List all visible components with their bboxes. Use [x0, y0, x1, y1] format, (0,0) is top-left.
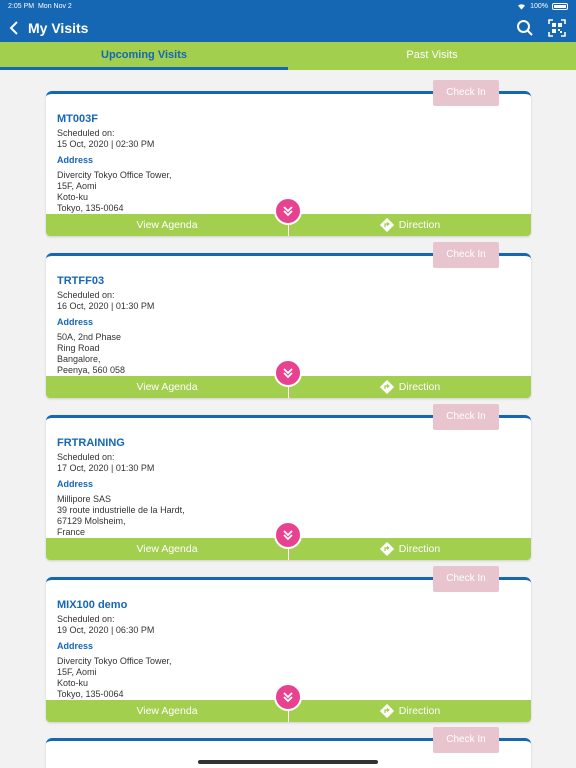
direction-button[interactable]: Direction	[289, 376, 531, 398]
address-text: Divercity Tokyo Office Tower, 15F, Aomi …	[57, 656, 172, 699]
scheduled-label: Scheduled on:	[57, 614, 115, 624]
visit-card: Check In TRTFF03 Scheduled on: 16 Oct, 2…	[46, 242, 531, 398]
battery-icon	[552, 3, 568, 10]
nav-bar: My Visits	[0, 14, 576, 42]
visit-code: TRTFF03	[57, 275, 105, 287]
scheduled-label: Scheduled on:	[57, 452, 115, 462]
address-label: Address	[57, 479, 94, 489]
visit-card: Check In MIX100 demo Scheduled on: 19 Oc…	[46, 566, 531, 722]
double-chevron-down-icon	[283, 530, 293, 541]
qr-scan-icon	[548, 19, 566, 37]
check-in-button[interactable]: Check In	[433, 404, 499, 430]
page-title: My Visits	[28, 20, 89, 36]
expand-button[interactable]	[274, 521, 302, 549]
visit-card: Check In MT003F Scheduled on: 15 Oct, 20…	[46, 80, 531, 236]
view-agenda-button[interactable]: View Agenda	[46, 376, 288, 398]
status-bar: 2:05 PM Mon Nov 2 100%	[0, 0, 576, 14]
tab-bar: Upcoming Visits Past Visits	[0, 42, 576, 70]
scheduled-label: Scheduled on:	[57, 290, 115, 300]
direction-icon	[379, 380, 394, 394]
wifi-icon	[518, 4, 526, 10]
address-text: 50A, 2nd Phase Ring Road Bangalore, Peen…	[57, 332, 126, 375]
direction-icon	[379, 218, 394, 232]
tab-past-visits[interactable]: Past Visits	[288, 42, 576, 70]
double-chevron-down-icon	[283, 692, 293, 703]
check-in-button[interactable]: Check In	[433, 242, 499, 268]
check-in-button[interactable]: Check In	[433, 727, 499, 753]
status-time: 2:05 PM Mon Nov 2	[8, 3, 72, 10]
view-agenda-button[interactable]: View Agenda	[46, 538, 288, 560]
address-text: Divercity Tokyo Office Tower, 15F, Aomi …	[57, 170, 172, 213]
direction-button[interactable]: Direction	[289, 214, 531, 236]
check-in-button[interactable]: Check In	[433, 80, 499, 106]
direction-icon	[379, 704, 394, 718]
address-label: Address	[57, 317, 94, 327]
visit-code: FRTRAINING	[57, 437, 125, 449]
scheduled-value: 19 Oct, 2020 | 06:30 PM	[57, 625, 155, 635]
battery-percent: 100%	[530, 3, 548, 10]
check-in-button[interactable]: Check In	[433, 566, 499, 592]
scheduled-value: 17 Oct, 2020 | 01:30 PM	[57, 463, 155, 473]
address-label: Address	[57, 155, 94, 165]
scheduled-value: 16 Oct, 2020 | 01:30 PM	[57, 301, 155, 311]
visit-code: MT003F	[57, 113, 98, 125]
direction-button[interactable]: Direction	[289, 538, 531, 560]
scan-button[interactable]	[548, 19, 566, 37]
visit-code: MIX100 demo	[57, 599, 128, 611]
status-right: 100%	[517, 3, 568, 10]
expand-button[interactable]	[274, 359, 302, 387]
chevron-left-icon	[9, 21, 18, 35]
view-agenda-button[interactable]: View Agenda	[46, 700, 288, 722]
address-text: Millipore SAS 39 route industrielle de l…	[57, 494, 185, 537]
expand-button[interactable]	[274, 197, 302, 225]
scheduled-label: Scheduled on:	[57, 128, 115, 138]
search-icon	[517, 20, 533, 36]
direction-icon	[379, 542, 394, 556]
double-chevron-down-icon	[283, 206, 293, 217]
visit-card: Check In FRTRAINING Scheduled on: 17 Oct…	[46, 404, 531, 560]
direction-button[interactable]: Direction	[289, 700, 531, 722]
visit-list[interactable]: Check In MT003F Scheduled on: 15 Oct, 20…	[0, 70, 576, 768]
double-chevron-down-icon	[283, 368, 293, 379]
view-agenda-button[interactable]: View Agenda	[46, 214, 288, 236]
back-button[interactable]	[6, 20, 22, 36]
home-indicator	[198, 760, 378, 764]
expand-button[interactable]	[274, 683, 302, 711]
scheduled-value: 15 Oct, 2020 | 02:30 PM	[57, 139, 155, 149]
address-label: Address	[57, 641, 94, 651]
tab-upcoming-visits[interactable]: Upcoming Visits	[0, 42, 288, 70]
search-button[interactable]	[516, 19, 534, 37]
